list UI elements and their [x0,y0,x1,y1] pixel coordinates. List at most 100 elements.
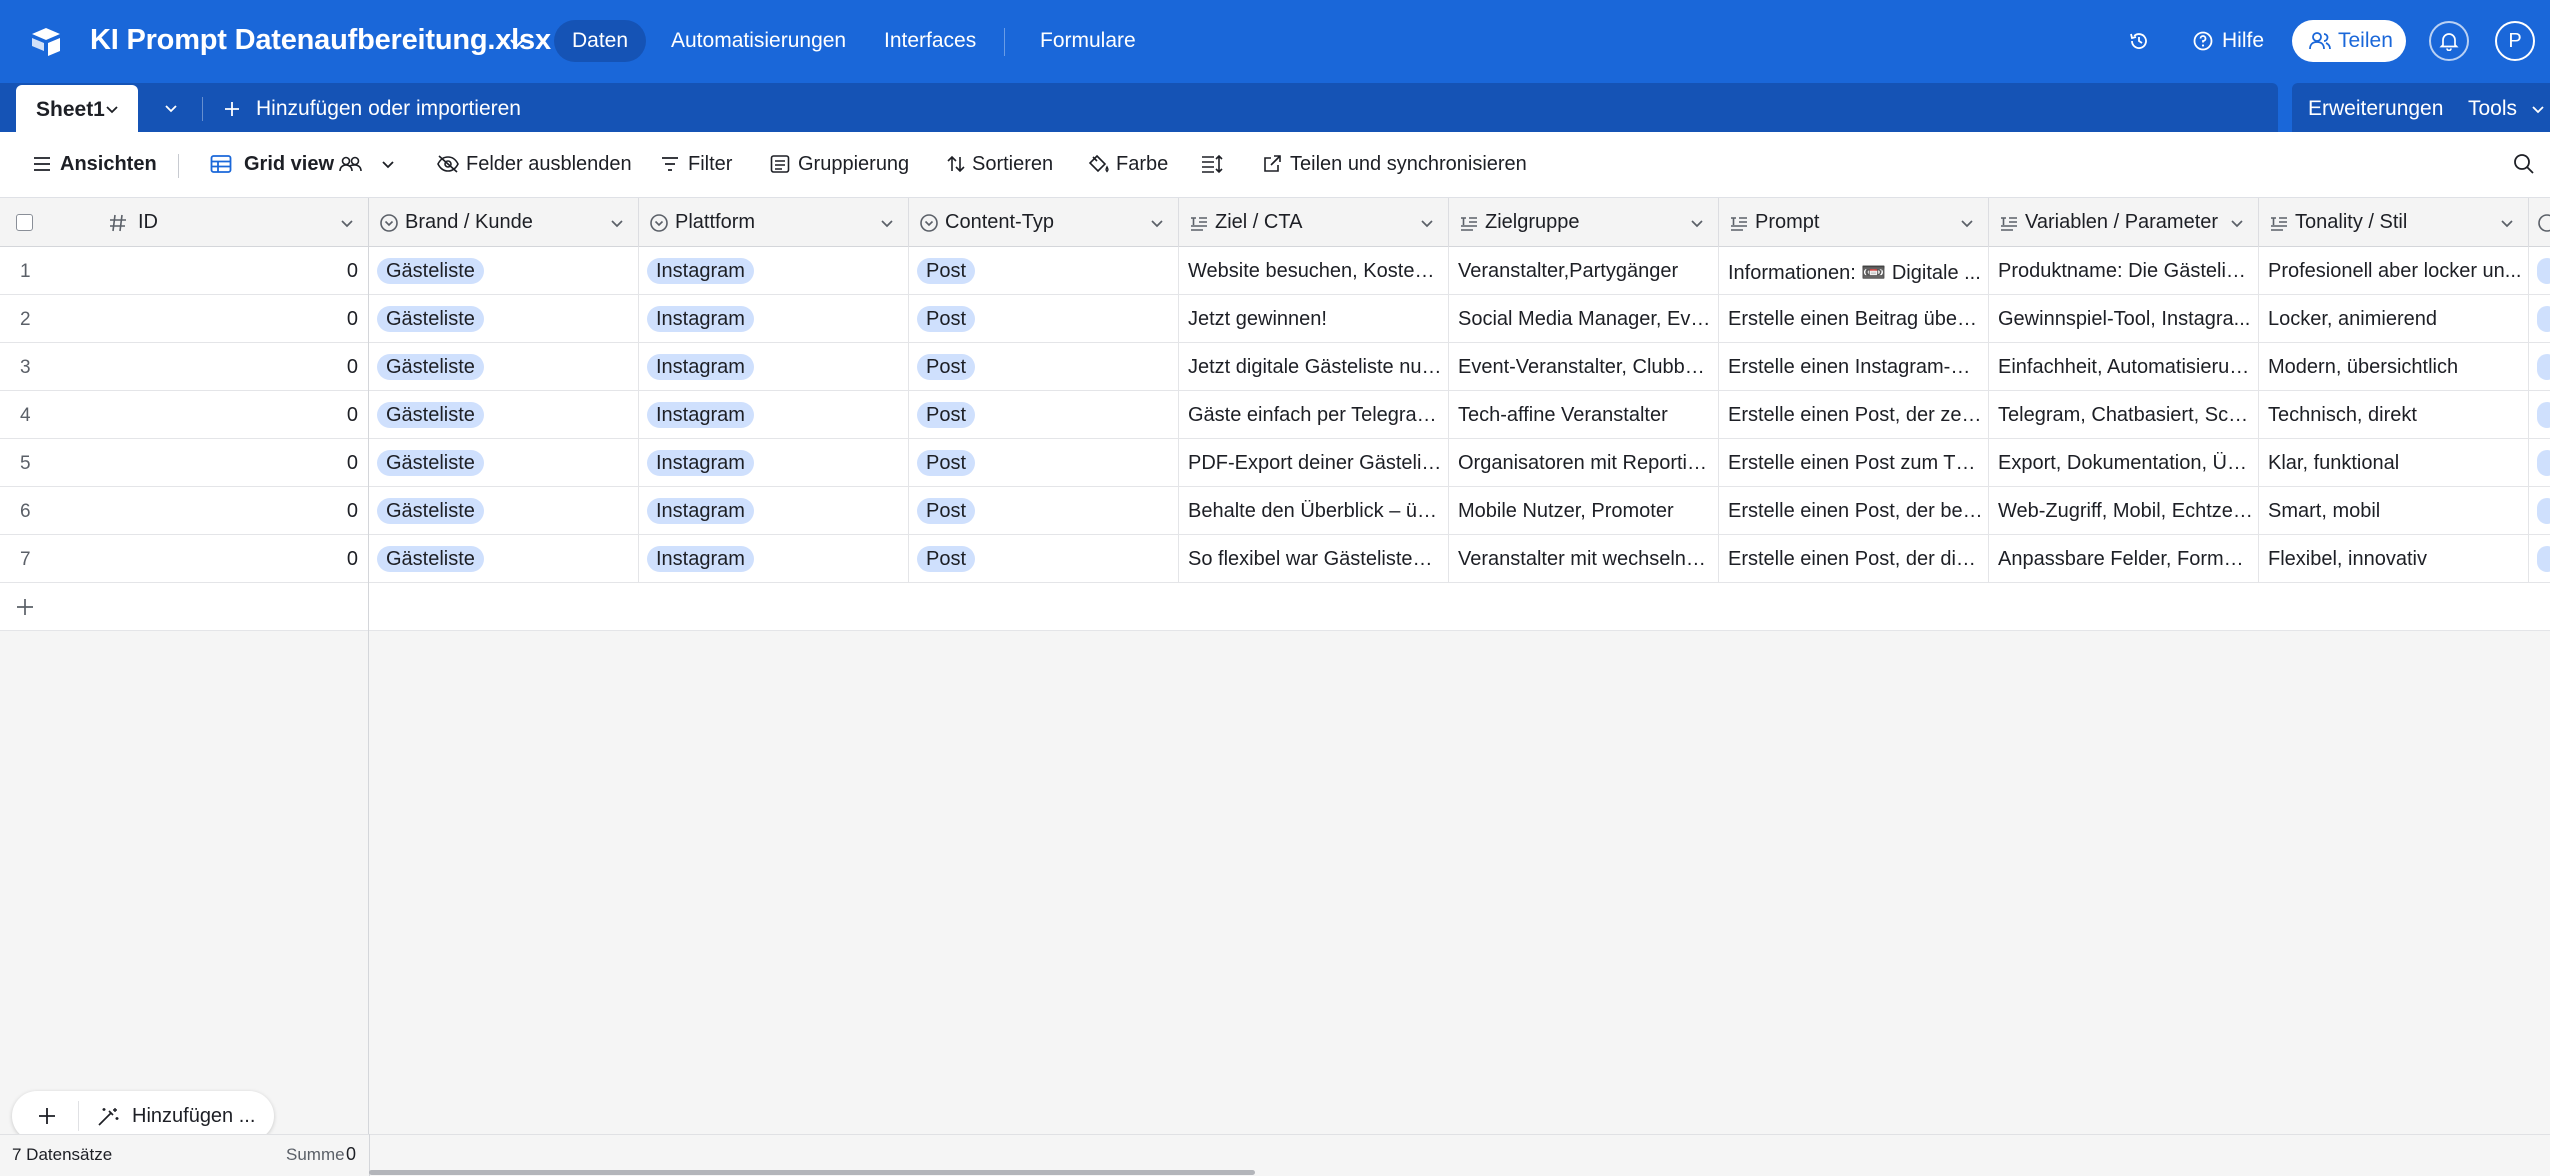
table-row[interactable]: 50 Gästeliste Instagram Post PDF-Export … [0,439,2550,487]
cta-cell[interactable]: Jetzt digitale Gästeliste nut... [1179,343,1449,391]
chevron-down-icon[interactable] [878,214,896,232]
content-type-cell[interactable]: Post [909,535,1179,583]
tonality-cell[interactable]: Technisch, direkt [2259,391,2529,439]
variables-cell[interactable]: Gewinnspiel-Tool, Instagra... [1989,295,2259,343]
brand-cell[interactable]: Gästeliste [369,487,639,535]
platform-cell[interactable]: Instagram [639,295,909,343]
all-tables-chevron-icon[interactable] [162,99,180,117]
column-header-platform[interactable]: Plattform [639,198,909,247]
chevron-down-icon[interactable] [1958,214,1976,232]
chevron-down-icon[interactable] [608,214,626,232]
brand-cell[interactable]: Gästeliste [369,295,639,343]
tonality-cell[interactable]: Smart, mobil [2259,487,2529,535]
chevron-down-icon[interactable] [2228,214,2246,232]
content-type-cell[interactable]: Post [909,247,1179,295]
row-id-cell[interactable]: 10 [0,247,369,295]
base-logo-icon[interactable] [28,24,64,60]
column-header-content-type[interactable]: Content-Typ [909,198,1179,247]
column-header-variables[interactable]: Variablen / Parameter [1989,198,2259,247]
column-header-brand[interactable]: Brand / Kunde [369,198,639,247]
tonality-cell[interactable]: Klar, funktional [2259,439,2529,487]
history-icon[interactable] [2128,30,2150,52]
help-icon[interactable] [2192,30,2214,52]
notifications-button[interactable] [2429,21,2469,61]
tonality-cell[interactable]: Locker, animierend [2259,295,2529,343]
variables-cell[interactable]: Telegram, Chatbasiert, Schn... [1989,391,2259,439]
column-header-next[interactable] [2529,198,2550,247]
horizontal-scrollbar[interactable] [369,1170,1255,1175]
base-title[interactable]: KI Prompt Datenaufbereitung.xlsx [90,24,551,57]
chevron-down-icon[interactable] [1418,214,1436,232]
next-column-cell[interactable] [2529,487,2550,535]
nav-formulare[interactable]: Formulare [1040,20,1136,62]
content-type-cell[interactable]: Post [909,295,1179,343]
search-icon[interactable] [2512,152,2536,176]
column-header-audience[interactable]: Zielgruppe [1449,198,1719,247]
prompt-cell[interactable]: Erstelle einen Instagram-Po... [1719,343,1989,391]
brand-cell[interactable]: Gästeliste [369,391,639,439]
row-id-cell[interactable]: 30 [0,343,369,391]
table-row[interactable]: 70 Gästeliste Instagram Post So flexibel… [0,535,2550,583]
column-header-tonality[interactable]: Tonality / Stil [2259,198,2529,247]
column-header-id[interactable]: ID [0,198,369,247]
tools-button[interactable]: Tools [2468,97,2517,121]
cta-cell[interactable]: Behalte den Überblick – üb... [1179,487,1449,535]
brand-cell[interactable]: Gästeliste [369,343,639,391]
row-id-cell[interactable]: 20 [0,295,369,343]
extensions-button[interactable]: Erweiterungen [2308,97,2443,121]
column-header-cta[interactable]: Ziel / CTA [1179,198,1449,247]
chevron-down-icon[interactable] [2530,101,2546,117]
next-column-cell[interactable] [2529,535,2550,583]
column-header-prompt[interactable]: Prompt [1719,198,1989,247]
cta-cell[interactable]: PDF-Export deiner Gästelist... [1179,439,1449,487]
variables-cell[interactable]: Anpassbare Felder, Formul... [1989,535,2259,583]
platform-cell[interactable]: Instagram [639,391,909,439]
select-all-checkbox[interactable] [16,214,33,231]
row-height-icon[interactable] [1200,154,1224,174]
platform-cell[interactable]: Instagram [639,343,909,391]
nav-daten[interactable]: Daten [554,20,647,62]
share-button[interactable]: Teilen [2292,20,2406,62]
audience-cell[interactable]: Social Media Manager, Eve... [1449,295,1719,343]
chevron-down-icon[interactable] [1148,214,1166,232]
brand-cell[interactable]: Gästeliste [369,439,639,487]
brand-cell[interactable]: Gästeliste [369,247,639,295]
cta-cell[interactable]: Website besuchen, Kostenl... [1179,247,1449,295]
chevron-down-icon[interactable] [104,101,120,117]
platform-cell[interactable]: Instagram [639,247,909,295]
tab-sheet1[interactable]: Sheet1 [16,85,138,132]
brand-cell[interactable]: Gästeliste [369,535,639,583]
audience-cell[interactable]: Veranstalter,Partygänger [1449,247,1719,295]
next-column-cell[interactable] [2529,391,2550,439]
prompt-cell[interactable]: Erstelle einen Post, der zeig... [1719,391,1989,439]
chevron-down-icon[interactable] [380,156,396,172]
audience-cell[interactable]: Veranstalter mit wechselnd... [1449,535,1719,583]
audience-cell[interactable]: Event-Veranstalter, Clubbet... [1449,343,1719,391]
help-link[interactable]: Hilfe [2222,29,2264,53]
next-column-cell[interactable] [2529,247,2550,295]
row-id-cell[interactable]: 50 [0,439,369,487]
next-column-cell[interactable] [2529,295,2550,343]
cta-cell[interactable]: Gäste einfach per Telegram... [1179,391,1449,439]
tonality-cell[interactable]: Profesionell aber locker un... [2259,247,2529,295]
chevron-down-icon[interactable] [506,32,528,54]
prompt-cell[interactable]: Informationen: 📼 Digitale ... [1719,247,1989,295]
audience-cell[interactable]: Tech-affine Veranstalter [1449,391,1719,439]
content-type-cell[interactable]: Post [909,439,1179,487]
nav-automatisierungen[interactable]: Automatisierungen [671,20,846,62]
content-type-cell[interactable]: Post [909,391,1179,439]
tonality-cell[interactable]: Flexibel, innovativ [2259,535,2529,583]
table-row[interactable]: 10 Gästeliste Instagram Post Website bes… [0,247,2550,295]
prompt-cell[interactable]: Erstelle einen Post, der die ... [1719,535,1989,583]
row-id-cell[interactable]: 60 [0,487,369,535]
variables-cell[interactable]: Einfachheit, Automatisierun... [1989,343,2259,391]
sum-label[interactable]: Summe [286,1145,345,1165]
table-row[interactable]: 60 Gästeliste Instagram Post Behalte den… [0,487,2550,535]
nav-interfaces[interactable]: Interfaces [884,20,976,62]
prompt-cell[interactable]: Erstelle einen Post zum The... [1719,439,1989,487]
content-type-cell[interactable]: Post [909,487,1179,535]
add-record-row[interactable] [0,583,2550,631]
cta-cell[interactable]: So flexibel war Gästelisten-... [1179,535,1449,583]
variables-cell[interactable]: Web-Zugriff, Mobil, Echtzei... [1989,487,2259,535]
tonality-cell[interactable]: Modern, übersichtlich [2259,343,2529,391]
